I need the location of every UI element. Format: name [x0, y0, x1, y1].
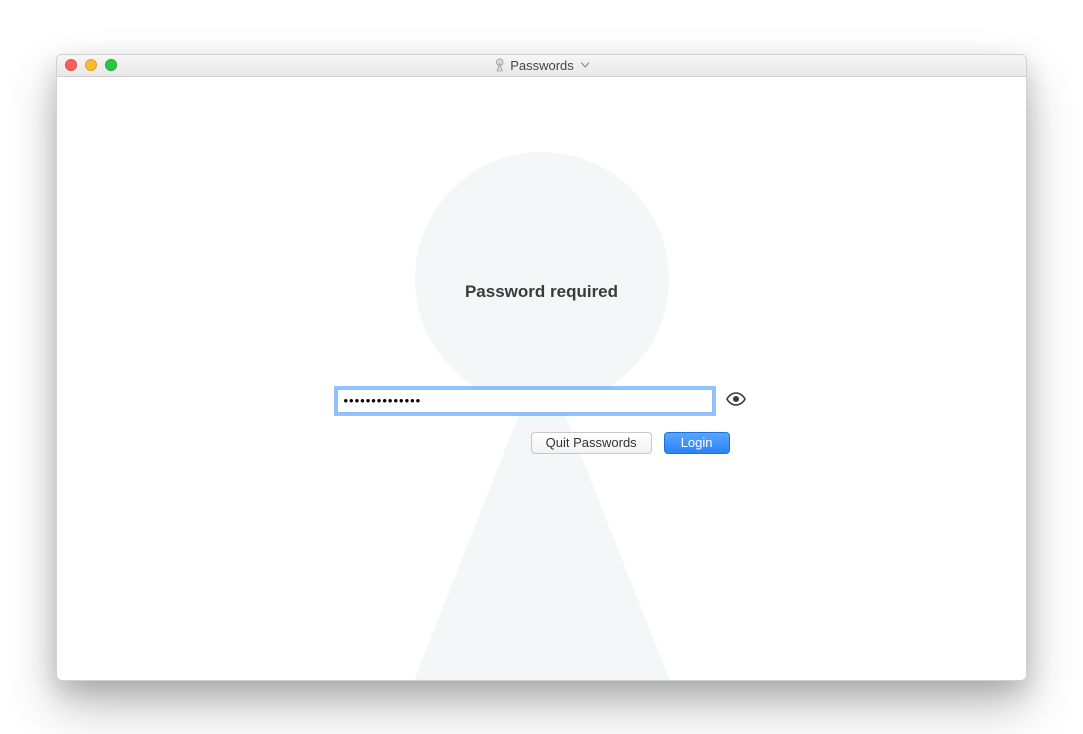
window-title: Passwords — [510, 58, 574, 73]
password-input[interactable] — [337, 389, 713, 413]
window-title-group[interactable]: Passwords — [493, 58, 590, 73]
keyhole-icon — [493, 58, 505, 72]
chevron-down-icon — [581, 60, 590, 71]
traffic-lights — [57, 59, 117, 71]
content-area: Password required Quit Passwords Login — [57, 77, 1026, 680]
titlebar[interactable]: Passwords — [57, 55, 1026, 77]
keyhole-silhouette — [412, 152, 672, 680]
close-window-button[interactable] — [65, 59, 77, 71]
login-button[interactable]: Login — [664, 432, 730, 454]
eye-icon — [726, 392, 746, 409]
app-window: Passwords Password required — [56, 54, 1027, 681]
heading-password-required: Password required — [465, 282, 618, 302]
toggle-password-visibility-button[interactable] — [725, 390, 747, 412]
action-button-row: Quit Passwords Login — [354, 432, 730, 454]
quit-passwords-button[interactable]: Quit Passwords — [531, 432, 652, 454]
password-input-row — [337, 389, 747, 413]
minimize-window-button[interactable] — [85, 59, 97, 71]
zoom-window-button[interactable] — [105, 59, 117, 71]
